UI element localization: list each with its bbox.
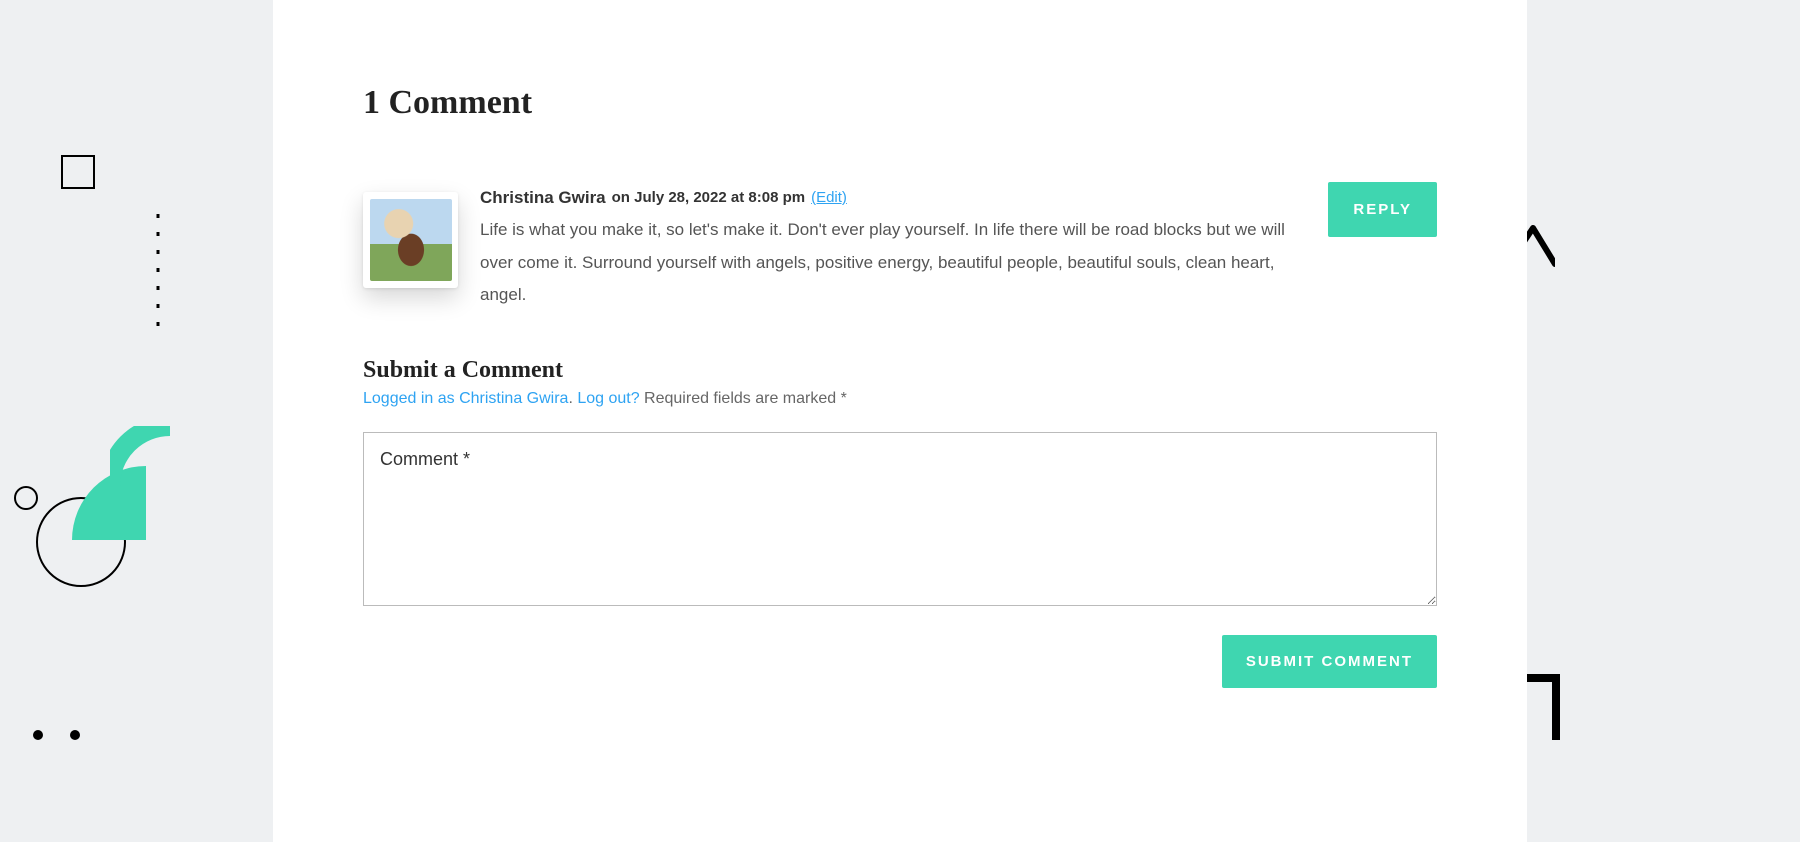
reply-button[interactable]: REPLY [1328, 182, 1437, 237]
sep: . [568, 390, 577, 407]
large-circle-deco [34, 495, 128, 589]
edit-link[interactable]: (Edit) [811, 184, 847, 213]
content-card: 1 Comment Christina Gwira on July 28, 20… [273, 0, 1527, 842]
square-outline-deco [60, 154, 98, 192]
teal-arc-deco [110, 426, 170, 486]
comments-section-title: 1 Comment [363, 0, 1437, 182]
comment-textarea[interactable] [363, 432, 1437, 606]
comment-item: Christina Gwira on July 28, 2022 at 8:08… [363, 182, 1437, 311]
comment-text: Life is what you make it, so let's make … [480, 214, 1310, 311]
logout-link[interactable]: Log out? [577, 390, 639, 407]
comment-author: Christina Gwira [480, 182, 606, 214]
reply-form-title: Submit a Comment [363, 311, 1437, 390]
dashed-line-deco [154, 214, 168, 334]
on-word: on [612, 189, 630, 206]
required-note: Required fields are marked * [640, 390, 847, 407]
avatar-image [370, 199, 452, 281]
dots-bottom-deco [30, 720, 90, 744]
comment-date: July 28, 2022 at 8:08 pm [634, 189, 805, 206]
logged-in-note: Logged in as Christina Gwira. Log out? R… [363, 390, 1437, 432]
teal-quarter-deco [72, 466, 146, 540]
logged-in-user-link[interactable]: Logged in as Christina Gwira [363, 390, 568, 407]
small-circle-deco [12, 484, 40, 512]
submit-comment-button[interactable]: SUBMIT COMMENT [1222, 635, 1437, 688]
avatar [363, 192, 458, 288]
comment-meta: Christina Gwira on July 28, 2022 at 8:08… [480, 182, 1310, 214]
comment-body: Christina Gwira on July 28, 2022 at 8:08… [458, 182, 1310, 311]
